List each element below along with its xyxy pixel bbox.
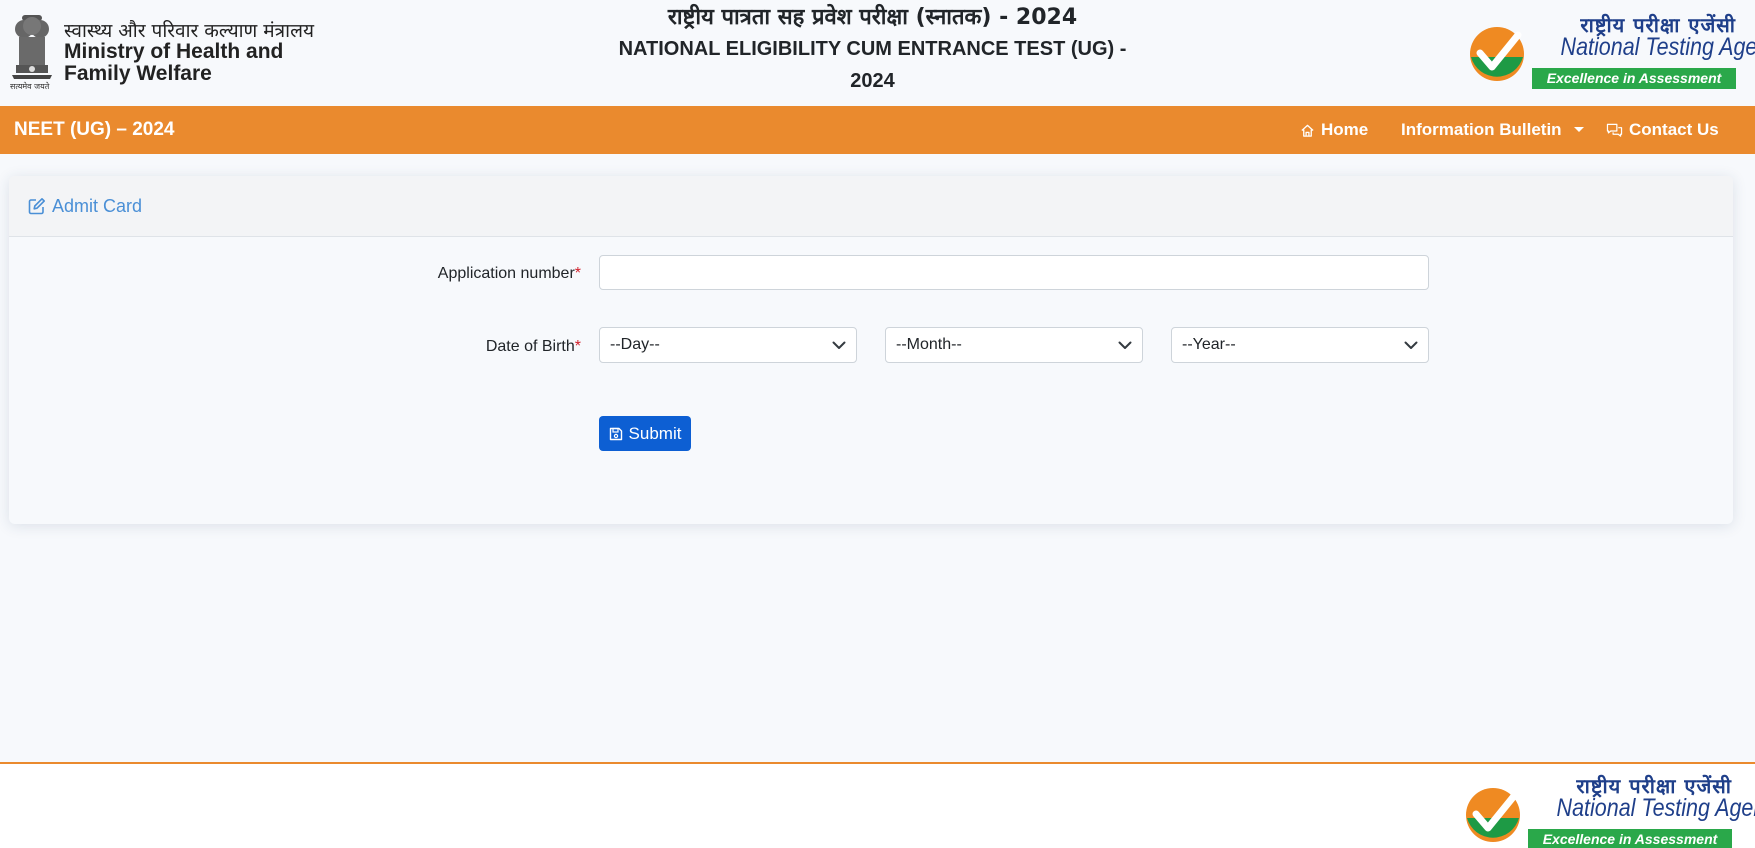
submit-button-label: Submit bbox=[628, 423, 682, 443]
edit-icon bbox=[28, 198, 45, 215]
dob-month-select[interactable]: --Month-- bbox=[885, 327, 1143, 363]
nav-contact-us-link[interactable]: Contact Us bbox=[1606, 106, 1719, 154]
chevron-down-icon bbox=[1404, 341, 1418, 349]
nav-information-bulletin-dropdown[interactable]: Information Bulletin bbox=[1401, 106, 1584, 154]
exam-title-english-line2: 2024 bbox=[850, 70, 895, 92]
footer-nta-logo[interactable]: राष्ट्रीय परीक्षा एजेंसी National Testin… bbox=[1464, 772, 1755, 848]
nav-information-bulletin-label: Information Bulletin bbox=[1401, 120, 1562, 139]
application-number-label: Application number* bbox=[309, 265, 581, 283]
nta-name-english: National Testing Agency bbox=[1560, 33, 1755, 61]
dob-day-value: --Day-- bbox=[610, 336, 660, 353]
dob-day-select[interactable]: --Day-- bbox=[599, 327, 857, 363]
checkmark-logo-icon bbox=[1470, 27, 1524, 81]
card-title: Admit Card bbox=[52, 195, 143, 216]
application-number-label-text: Application number bbox=[437, 265, 575, 282]
ministry-name-line1: Ministry of Health and bbox=[64, 40, 284, 63]
caret-down-icon bbox=[1573, 126, 1584, 132]
checkmark-logo-icon bbox=[1466, 788, 1520, 842]
chevron-down-icon bbox=[1118, 341, 1132, 349]
footer-nta-name-english: National Testing Agency bbox=[1556, 794, 1755, 822]
navbar-brand[interactable]: NEET (UG) – 2024 bbox=[14, 106, 175, 154]
top-header: सत्यमेव जयते स्वास्थ्य और परिवार कल्याण … bbox=[0, 0, 1755, 106]
admit-card-panel: Admit Card Application number* Date of B… bbox=[9, 176, 1733, 524]
submit-button[interactable]: Submit bbox=[599, 416, 691, 451]
exam-title-hindi: राष्ट्रीय पात्रता सह प्रवेश परीक्षा (स्न… bbox=[667, 5, 1078, 30]
footer-nta-tagline: Excellence in Assessment bbox=[1528, 829, 1732, 848]
save-icon bbox=[609, 427, 622, 440]
date-of-birth-label: Date of Birth* bbox=[309, 338, 581, 356]
nav-home-link[interactable]: Home bbox=[1300, 106, 1368, 154]
date-of-birth-label-text: Date of Birth bbox=[485, 338, 575, 355]
required-asterisk: * bbox=[574, 265, 581, 282]
chevron-down-icon bbox=[832, 341, 846, 349]
nav-contact-us-label: Contact Us bbox=[1629, 120, 1719, 139]
ministry-name-line2: Family Welfare bbox=[64, 62, 212, 85]
required-asterisk: * bbox=[574, 338, 581, 355]
chat-icon bbox=[1606, 123, 1623, 137]
card-header: Admit Card bbox=[9, 176, 1733, 237]
dob-year-value: --Year-- bbox=[1182, 336, 1236, 353]
nta-tagline: Excellence in Assessment bbox=[1532, 68, 1736, 89]
application-number-input[interactable] bbox=[599, 255, 1429, 290]
nav-home-label: Home bbox=[1321, 120, 1369, 139]
exam-title-english-line1: NATIONAL ELIGIBILITY CUM ENTRANCE TEST (… bbox=[618, 38, 1127, 60]
dob-year-select[interactable]: --Year-- bbox=[1171, 327, 1429, 363]
dob-month-value: --Month-- bbox=[896, 336, 962, 353]
nta-logo[interactable]: राष्ट्रीय परीक्षा एजेंसी National Testin… bbox=[1468, 11, 1755, 91]
main-navbar: NEET (UG) – 2024 Home Information Bullet… bbox=[0, 106, 1755, 154]
exam-title: राष्ट्रीय पात्रता सह प्रवेश परीक्षा (स्न… bbox=[590, 4, 1155, 98]
ministry-branding: सत्यमेव जयते स्वास्थ्य और परिवार कल्याण … bbox=[8, 11, 314, 95]
emblem-motto: सत्यमेव जयते bbox=[10, 82, 50, 91]
home-icon bbox=[1301, 124, 1314, 137]
